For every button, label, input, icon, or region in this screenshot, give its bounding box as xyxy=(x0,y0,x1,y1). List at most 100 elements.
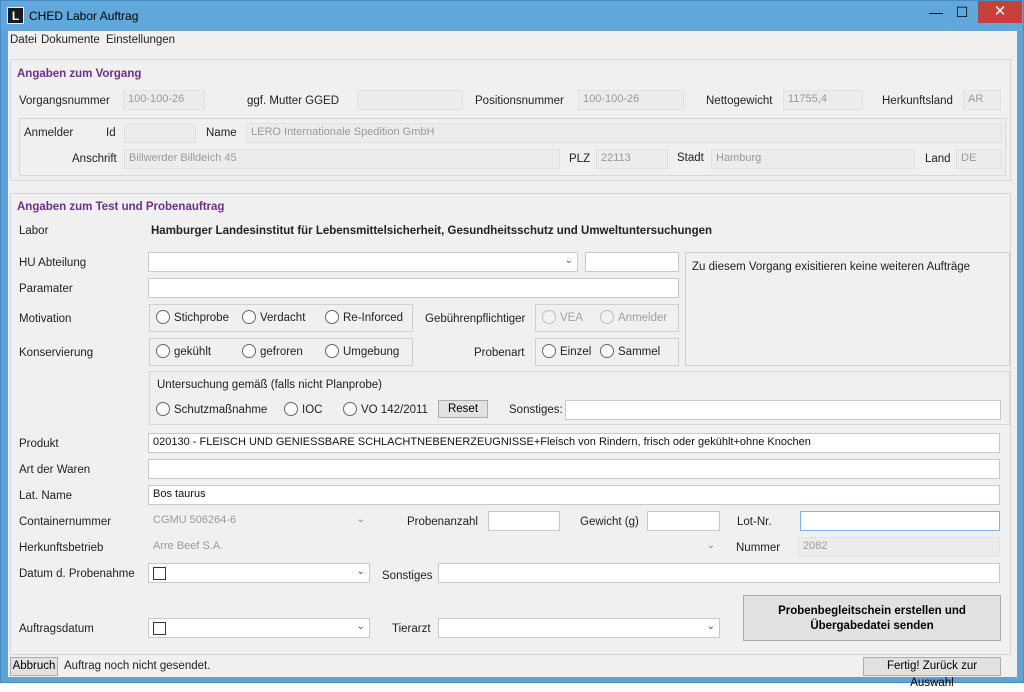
herkunftsland-field[interactable]: AR xyxy=(963,90,1001,110)
nettogewicht-field[interactable]: 11755,4 xyxy=(783,90,863,110)
radio-verdacht[interactable]: Verdacht xyxy=(242,310,305,324)
title-bar[interactable]: L CHED Labor Auftrag — ☐ ✕ xyxy=(1,1,1023,31)
reset-button[interactable]: Reset xyxy=(438,400,488,418)
motivation-label: Motivation xyxy=(19,313,72,325)
radio-ioc[interactable]: IOC xyxy=(284,402,322,416)
lot-nr-label: Lot-Nr. xyxy=(737,516,772,528)
radio-anmelder[interactable]: Anmelder xyxy=(600,310,667,324)
radio-umgebung[interactable]: Umgebung xyxy=(325,344,399,358)
menu-datei[interactable]: Datei xyxy=(10,34,37,46)
produkt-field[interactable]: 020130 - FLEISCH UND GENIESSBARE SCHLACH… xyxy=(148,433,1000,453)
menu-dokumente[interactable]: Dokumente xyxy=(41,34,100,46)
auftragsdatum-picker[interactable]: ⌄ xyxy=(148,618,370,638)
abbruch-button[interactable]: Abbruch xyxy=(10,657,58,676)
radio-circle-icon xyxy=(325,310,339,324)
close-icon[interactable]: ✕ xyxy=(978,1,1022,23)
chevron-down-icon: ⌄ xyxy=(356,514,365,525)
gebuehren-group: VEA Anmelder xyxy=(535,304,679,332)
name-field[interactable]: LERO Internationale Spedition GmbH xyxy=(246,123,1002,143)
sonstiges-untersuchung-field[interactable] xyxy=(565,400,1001,420)
herkunftsbetrieb-label: Herkunftsbetrieb xyxy=(19,542,104,554)
radio-gekuehlt[interactable]: gekühlt xyxy=(156,344,211,358)
radio-stichprobe[interactable]: Stichprobe xyxy=(156,310,229,324)
mutter-gged-label: ggf. Mutter GGED xyxy=(247,95,340,107)
anschrift-field[interactable]: Billwerder Billdeich 45 xyxy=(124,149,560,169)
radio-re-inforced[interactable]: Re-Inforced xyxy=(325,310,403,324)
radio-circle-icon xyxy=(156,402,170,416)
datum-probenahme-label: Datum d. Probenahme xyxy=(19,568,135,580)
datum-probenahme-checkbox[interactable] xyxy=(153,567,166,580)
radio-circle-icon xyxy=(600,344,614,358)
art-der-waren-field[interactable] xyxy=(148,459,1000,479)
herkunftsbetrieb-select[interactable]: Arre Beef S.A. ⌄ xyxy=(148,537,720,557)
nummer-label: Nummer xyxy=(736,542,781,554)
fertig-zurueck-button[interactable]: Fertig! Zurück zur Auswahl xyxy=(863,657,1001,689)
hu-abteilung-select[interactable]: ⌄ xyxy=(148,252,578,272)
nummer-field[interactable]: 2082 xyxy=(798,537,1000,557)
menu-einstellungen[interactable]: Einstellungen xyxy=(106,34,175,46)
maximize-icon[interactable]: ☐ xyxy=(947,1,977,23)
auftragsdatum-checkbox[interactable] xyxy=(153,622,166,635)
radio-circle-icon xyxy=(156,310,170,324)
stadt-field[interactable]: Hamburg xyxy=(711,149,915,169)
id-field[interactable] xyxy=(124,123,196,143)
lat-name-field[interactable]: Bos taurus xyxy=(148,485,1000,505)
probenanzahl-field[interactable] xyxy=(488,511,560,531)
app-icon: L xyxy=(7,7,24,24)
test-title: Angaben zum Test und Probenauftrag xyxy=(17,201,225,213)
chevron-down-icon: ⌄ xyxy=(706,540,715,551)
sonstiges-untersuchung-label: Sonstiges: xyxy=(509,404,563,416)
create-send-button[interactable]: Probenbegleitschein erstellen und Überga… xyxy=(743,595,1001,641)
positionsnummer-field[interactable]: 100-100-26 xyxy=(578,90,684,110)
motivation-group: Stichprobe Verdacht Re-Inforced xyxy=(149,304,413,332)
sonstiges-label: Sonstiges xyxy=(382,570,433,582)
tierarzt-label: Tierarzt xyxy=(392,623,431,635)
probenart-label: Probenart xyxy=(474,347,525,359)
status-text: Auftrag noch nicht gesendet. xyxy=(64,660,211,672)
plz-field[interactable]: 22113 xyxy=(596,149,668,169)
sonstiges-field[interactable] xyxy=(438,563,1000,583)
konservierung-label: Konservierung xyxy=(19,347,94,359)
konservierung-group: gekühlt gefroren Umgebung xyxy=(149,338,413,366)
containernummer-value: CGMU 506264-6 xyxy=(153,514,237,526)
paramater-field[interactable] xyxy=(148,278,679,298)
gewicht-field[interactable] xyxy=(647,511,720,531)
mutter-gged-field[interactable] xyxy=(357,90,463,110)
gebuehren-label: Gebührenpflichtiger xyxy=(425,313,526,325)
land-field[interactable]: DE xyxy=(956,149,1002,169)
containernummer-select[interactable]: CGMU 506264-6 ⌄ xyxy=(148,511,370,531)
probenanzahl-label: Probenanzahl xyxy=(407,516,478,528)
radio-circle-icon xyxy=(325,344,339,358)
id-label: Id xyxy=(106,127,116,139)
gewicht-label: Gewicht (g) xyxy=(580,516,639,528)
radio-schutzmassnahme[interactable]: Schutzmaßnahme xyxy=(156,402,267,416)
create-send-button-line2: Übergabedatei senden xyxy=(810,620,934,632)
radio-einzel[interactable]: Einzel xyxy=(542,344,591,358)
radio-circle-icon xyxy=(156,344,170,358)
radio-sammel[interactable]: Sammel xyxy=(600,344,660,358)
chevron-down-icon: ⌄ xyxy=(356,621,365,632)
tierarzt-select[interactable]: ⌄ xyxy=(438,618,720,638)
radio-circle-icon xyxy=(242,344,256,358)
test-group: Angaben zum Test und Probenauftrag Labor… xyxy=(10,193,1011,655)
chevron-down-icon: ⌄ xyxy=(564,255,573,266)
chevron-down-icon: ⌄ xyxy=(706,621,715,632)
lot-nr-field[interactable] xyxy=(800,511,1000,531)
paramater-label: Paramater xyxy=(19,283,73,295)
name-label: Name xyxy=(206,127,237,139)
radio-gefroren[interactable]: gefroren xyxy=(242,344,303,358)
datum-probenahme-picker[interactable]: ⌄ xyxy=(148,563,370,583)
radio-circle-icon xyxy=(542,344,556,358)
labor-label: Labor xyxy=(19,225,49,237)
application-window: L CHED Labor Auftrag — ☐ ✕ Datei Dokumen… xyxy=(0,0,1024,689)
stadt-label: Stadt xyxy=(677,152,704,164)
anmelder-label: Anmelder xyxy=(24,127,74,139)
radio-vo-142-2011[interactable]: VO 142/2011 xyxy=(343,402,428,416)
radio-vea[interactable]: VEA xyxy=(542,310,583,324)
anschrift-label: Anschrift xyxy=(72,153,117,165)
untersuchung-title: Untersuchung gemäß (falls nicht Planprob… xyxy=(157,379,383,391)
vorgangsnummer-field[interactable]: 100-100-26 xyxy=(123,90,205,110)
plz-label: PLZ xyxy=(569,153,591,165)
hu-abteilung-extra-field[interactable] xyxy=(585,252,679,272)
anmelder-group: Anmelder Id Name LERO Internationale Spe… xyxy=(19,118,1006,176)
